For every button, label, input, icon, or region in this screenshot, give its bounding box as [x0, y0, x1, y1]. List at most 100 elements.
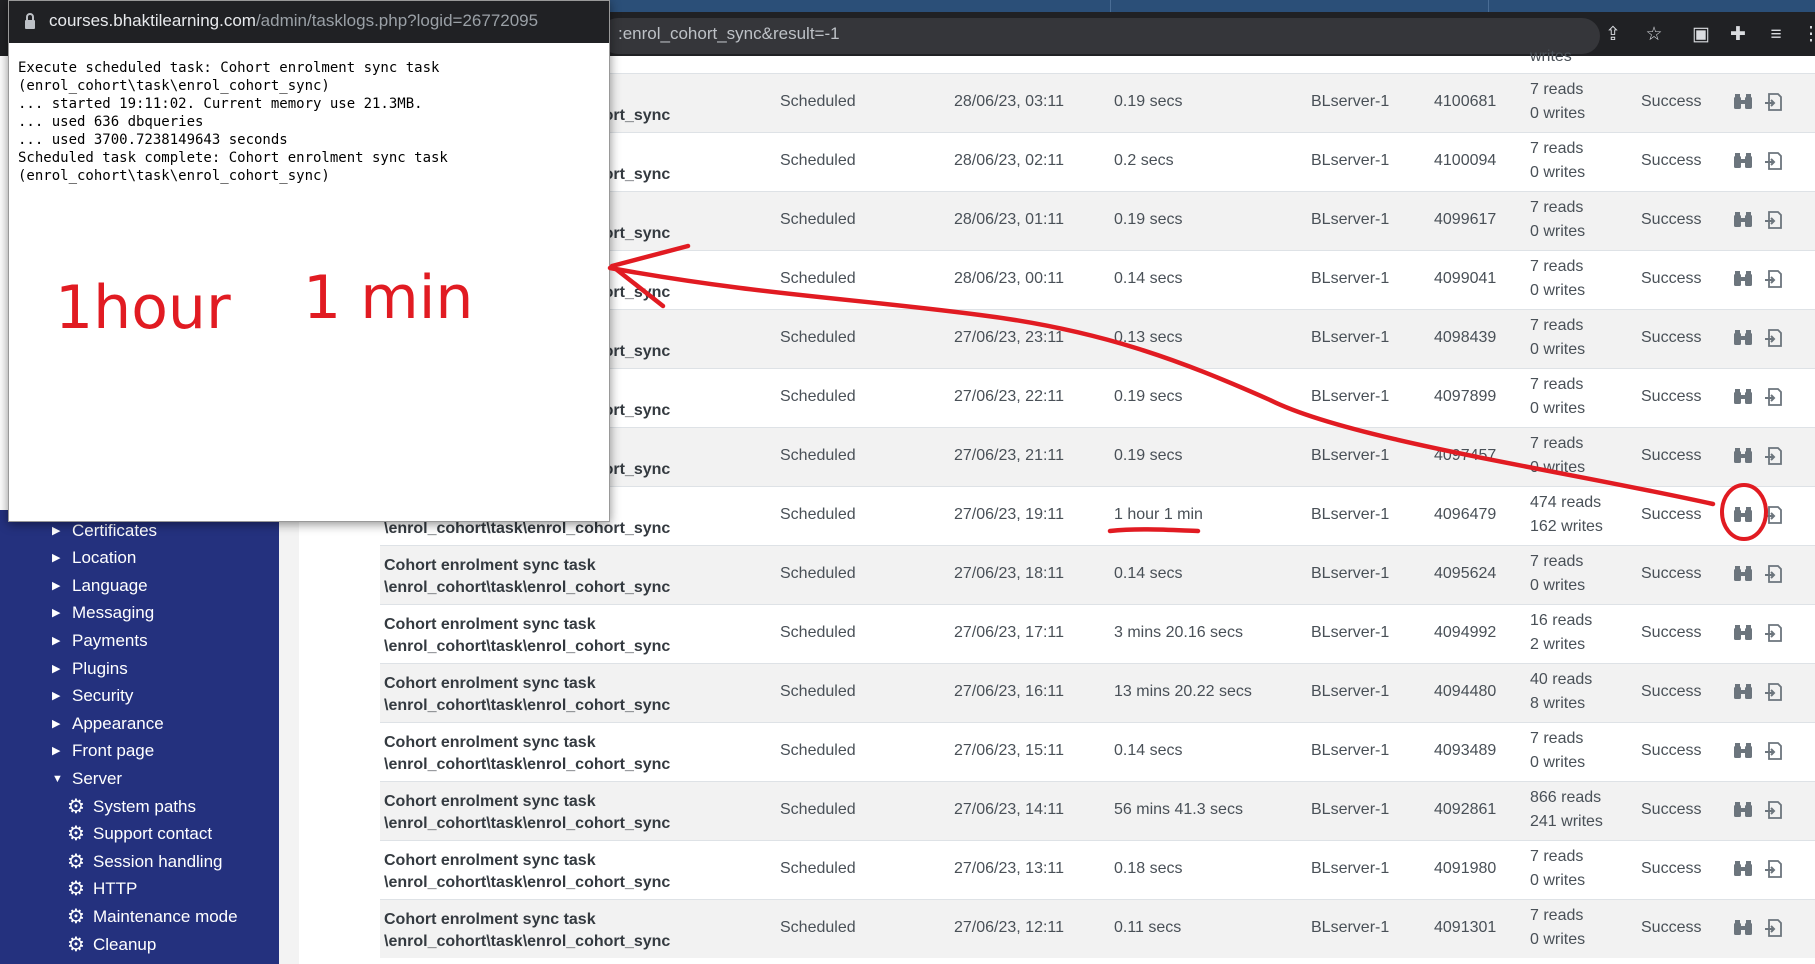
table-row: Cohort enrolment sync task \enrol_cohort\…	[380, 840, 1815, 899]
task-reads: 7 reads	[1530, 730, 1584, 747]
task-duration: 0.14 secs	[1114, 565, 1183, 582]
task-time: 27/06/23, 14:11	[954, 801, 1065, 818]
caret-right-icon: ▶	[52, 607, 61, 619]
task-duration: 0.13 secs	[1114, 329, 1183, 346]
download-icon[interactable]	[1762, 209, 1784, 231]
download-icon[interactable]	[1762, 91, 1784, 113]
task-reads: 7 reads	[1530, 81, 1584, 98]
task-duration: 0.2 secs	[1114, 152, 1174, 169]
puzzle-icon[interactable]: ✚	[1725, 22, 1751, 48]
share-icon[interactable]: ⇪	[1600, 22, 1626, 48]
task-host: BLserver-1	[1311, 211, 1390, 228]
table-row: Cohort enrolment sync task \enrol_cohort\…	[380, 604, 1815, 663]
binoculars-icon[interactable]	[1732, 681, 1754, 703]
task-writes: 0 writes	[1530, 105, 1586, 122]
task-writes: 0 writes	[1530, 223, 1586, 240]
task-result: Success	[1641, 919, 1702, 936]
popup-url-host: courses.bhaktilearning.com	[49, 11, 256, 30]
task-duration: 13 mins 20.22 secs	[1114, 683, 1252, 700]
task-pid: 4100094	[1434, 152, 1497, 169]
task-writes: 0 writes	[1530, 754, 1586, 771]
binoculars-icon[interactable]	[1732, 150, 1754, 172]
task-duration: 0.19 secs	[1114, 211, 1183, 228]
binoculars-icon[interactable]	[1732, 445, 1754, 467]
download-icon[interactable]	[1762, 740, 1784, 762]
task-reads: 474 reads	[1530, 494, 1602, 511]
download-icon[interactable]	[1762, 799, 1784, 821]
sidebar-item-label: Security	[72, 686, 134, 705]
binoculars-icon[interactable]	[1732, 858, 1754, 880]
sidebar-item-label: Front page	[72, 741, 155, 760]
task-type: Scheduled	[780, 388, 856, 405]
task-classname: \enrol_cohort\task\enrol_cohort_sync	[384, 520, 671, 537]
binoculars-icon[interactable]	[1732, 622, 1754, 644]
log-line: ... used 636 dbqueries	[18, 114, 204, 130]
task-host: BLserver-1	[1311, 447, 1390, 464]
download-icon[interactable]	[1762, 681, 1784, 703]
table-row: Cohort enrolment sync task \enrol_cohort\…	[380, 663, 1815, 722]
download-icon[interactable]	[1762, 917, 1784, 939]
task-time: 27/06/23, 21:11	[954, 447, 1065, 464]
task-host: BLserver-1	[1311, 565, 1390, 582]
cutoff-writes: writes	[1530, 48, 1572, 65]
caret-right-icon: ▶	[52, 663, 61, 675]
extension-icon[interactable]: ▣	[1688, 22, 1714, 48]
reading-list-icon[interactable]: ≡	[1763, 22, 1789, 48]
binoculars-icon[interactable]	[1732, 327, 1754, 349]
task-log-popup-window[interactable]: courses.bhaktilearning.com/admin/tasklog…	[8, 0, 610, 522]
binoculars-icon[interactable]	[1732, 268, 1754, 290]
task-writes: 8 writes	[1530, 695, 1586, 712]
gear-icon: ⚙	[67, 823, 85, 845]
download-icon[interactable]	[1762, 386, 1784, 408]
download-icon[interactable]	[1762, 150, 1784, 172]
task-reads: 7 reads	[1530, 907, 1584, 924]
binoculars-icon[interactable]	[1732, 799, 1754, 821]
binoculars-icon[interactable]	[1732, 740, 1754, 762]
download-icon[interactable]	[1762, 445, 1784, 467]
binoculars-icon[interactable]	[1732, 563, 1754, 585]
task-name: Cohort enrolment sync task	[384, 852, 596, 869]
task-writes: 0 writes	[1530, 872, 1586, 889]
task-classname: \enrol_cohort\task\enrol_cohort_sync	[384, 579, 671, 596]
binoculars-icon[interactable]	[1732, 386, 1754, 408]
task-writes: 0 writes	[1530, 282, 1586, 299]
task-pid: 4097457	[1434, 447, 1497, 464]
task-host: BLserver-1	[1311, 270, 1390, 287]
task-reads: 40 reads	[1530, 671, 1593, 688]
task-writes: 162 writes	[1530, 518, 1603, 535]
caret-right-icon: ▶	[52, 580, 61, 592]
task-writes: 0 writes	[1530, 577, 1586, 594]
task-type: Scheduled	[780, 447, 856, 464]
task-reads: 7 reads	[1530, 199, 1584, 216]
sidebar-item-label: Support contact	[93, 824, 213, 843]
caret-right-icon: ▶	[52, 635, 61, 647]
task-reads: 7 reads	[1530, 435, 1584, 452]
download-icon[interactable]	[1762, 622, 1784, 644]
task-pid: 4096479	[1434, 506, 1497, 523]
binoculars-icon[interactable]	[1732, 209, 1754, 231]
download-icon[interactable]	[1762, 327, 1784, 349]
task-pid: 4098439	[1434, 329, 1497, 346]
task-type: Scheduled	[780, 506, 856, 523]
binoculars-icon[interactable]	[1732, 91, 1754, 113]
sidebar-item-label: Messaging	[72, 603, 155, 622]
log-line: Scheduled task complete: Cohort enrolmen…	[18, 150, 448, 166]
download-icon[interactable]	[1762, 268, 1784, 290]
task-type: Scheduled	[780, 93, 856, 110]
task-time: 27/06/23, 22:11	[954, 388, 1065, 405]
task-result: Success	[1641, 270, 1702, 287]
task-time: 27/06/23, 18:11	[954, 565, 1065, 582]
task-type: Scheduled	[780, 152, 856, 169]
task-host: BLserver-1	[1311, 742, 1390, 759]
task-reads: 866 reads	[1530, 789, 1602, 806]
task-type: Scheduled	[780, 624, 856, 641]
more-menu-icon[interactable]: ⋮	[1798, 22, 1815, 48]
task-type: Scheduled	[780, 801, 856, 818]
download-icon[interactable]	[1762, 858, 1784, 880]
binoculars-icon[interactable]	[1732, 504, 1754, 526]
download-icon[interactable]	[1762, 563, 1784, 585]
lock-icon	[23, 12, 37, 32]
bookmark-star-icon[interactable]: ☆	[1641, 22, 1667, 48]
download-icon[interactable]	[1762, 504, 1784, 526]
binoculars-icon[interactable]	[1732, 917, 1754, 939]
